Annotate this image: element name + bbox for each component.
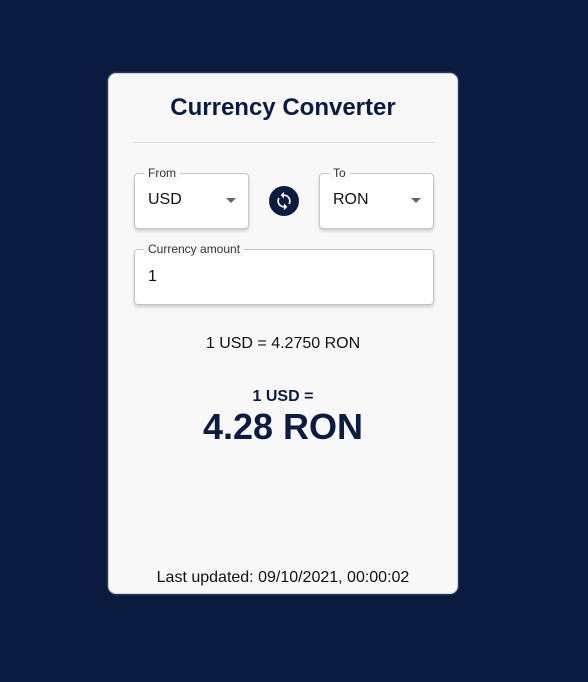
- exchange-rate-text: 1 USD = 4.2750 RON: [205, 335, 361, 352]
- to-currency-select[interactable]: To RON: [319, 166, 434, 229]
- divider: [134, 142, 434, 143]
- amount-value[interactable]: 1: [148, 268, 157, 286]
- swap-currencies-button[interactable]: [269, 186, 299, 216]
- last-updated-text: Last updated: 09/10/2021, 00:00:02: [156, 569, 410, 586]
- chevron-down-icon: [226, 198, 236, 203]
- currency-amount-input[interactable]: Currency amount 1: [134, 242, 434, 305]
- swap-icon: [277, 191, 291, 211]
- to-value: RON: [333, 191, 369, 208]
- result-label: 1 USD =: [252, 388, 314, 405]
- to-label: To: [329, 166, 350, 180]
- from-label: From: [144, 166, 180, 180]
- converter-card: Currency Converter From USD To RON Curre…: [108, 73, 458, 594]
- amount-label: Currency amount: [144, 242, 245, 256]
- from-currency-select[interactable]: From USD: [134, 166, 249, 229]
- result-value: 4.28 RON: [202, 406, 364, 447]
- from-value: USD: [148, 191, 182, 208]
- chevron-down-icon: [411, 198, 421, 203]
- page-title: Currency Converter: [170, 94, 396, 121]
